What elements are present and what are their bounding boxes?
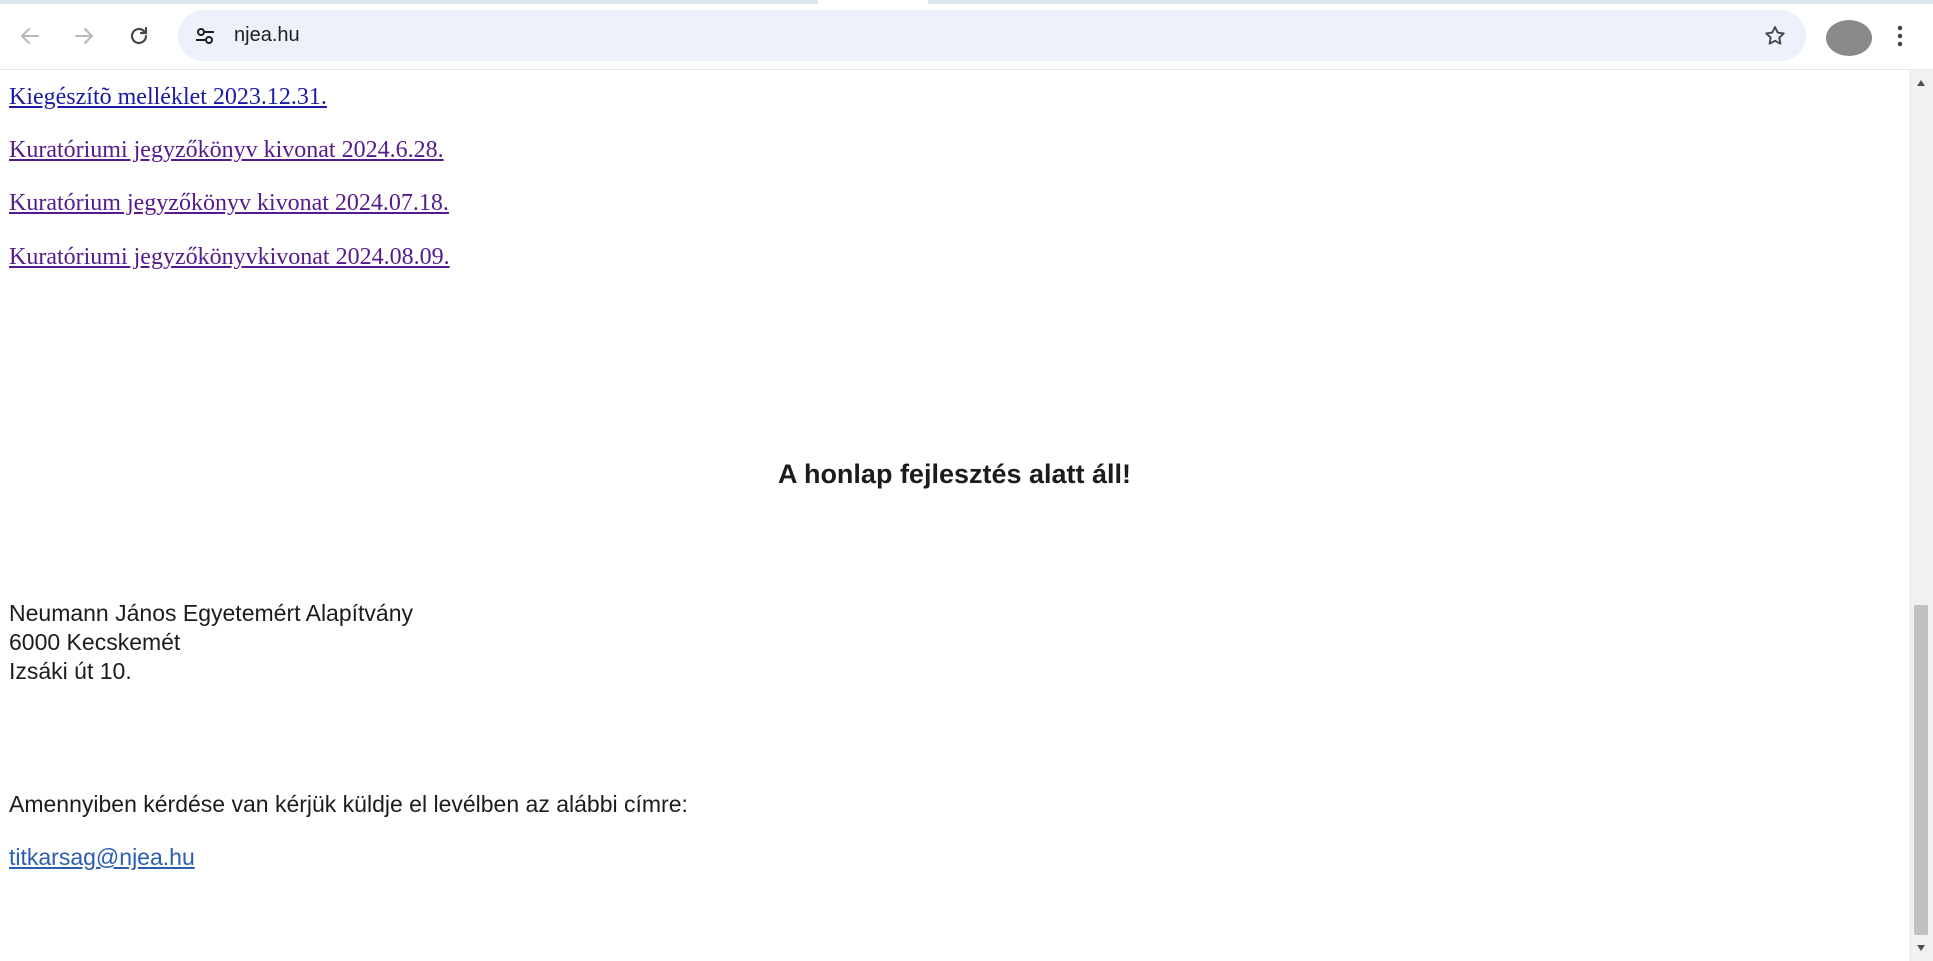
browser-menu-button[interactable]	[1882, 16, 1918, 56]
reload-icon	[130, 26, 148, 45]
contact-instructions: Amennyiben kérdése van kérjük küldje el …	[9, 791, 688, 817]
forward-button[interactable]	[62, 14, 106, 58]
site-info-button[interactable]	[190, 21, 220, 51]
email-link[interactable]: titkarsag@njea.hu	[9, 844, 195, 871]
reload-button[interactable]	[117, 14, 161, 58]
postal-address: Neumann János Egyetemért Alapítvány 6000…	[9, 599, 413, 686]
arrow-left-icon	[21, 28, 39, 44]
address-bar[interactable]: njea.hu	[178, 10, 1806, 61]
organization-name: Neumann János Egyetemért Alapítvány	[9, 600, 414, 626]
kebab-menu-icon	[1897, 25, 1903, 47]
address-city: 6000 Kecskemét	[9, 629, 181, 655]
document-link[interactable]: Kuratórium jegyzőkönyv kivonat 2024.07.1…	[9, 190, 449, 217]
tune-icon	[196, 28, 214, 44]
document-link[interactable]: Kuratóriumi jegyzőkönyv kivonat 2024.6.2…	[9, 137, 444, 164]
browser-toolbar: njea.hu	[0, 0, 1933, 70]
triangle-up-icon	[1917, 80, 1925, 86]
scroll-thumb[interactable]	[1914, 605, 1928, 935]
bookmark-button[interactable]	[1758, 19, 1792, 53]
construction-notice: A honlap fejlesztés alatt áll!	[777, 459, 1132, 489]
arrow-right-icon	[75, 28, 93, 44]
document-link[interactable]: Kuratóriumi jegyzőkönyvkivonat 2024.08.0…	[9, 244, 450, 271]
profile-avatar[interactable]	[1826, 20, 1872, 56]
vertical-scrollbar[interactable]	[1909, 70, 1933, 961]
url-text[interactable]: njea.hu	[234, 10, 300, 61]
tab-strip	[0, 0, 1933, 4]
address-street: Izsáki út 10.	[9, 658, 132, 684]
document-link[interactable]: Kiegészítõ melléklet 2023.12.31.	[9, 84, 327, 111]
scroll-down-arrow[interactable]	[1909, 937, 1933, 959]
star-icon	[1765, 26, 1785, 45]
triangle-down-icon	[1917, 945, 1925, 951]
scroll-up-arrow[interactable]	[1909, 72, 1933, 94]
page-content: Kiegészítõ melléklet 2023.12.31. Kuratór…	[0, 70, 1909, 961]
back-button[interactable]	[8, 14, 52, 58]
